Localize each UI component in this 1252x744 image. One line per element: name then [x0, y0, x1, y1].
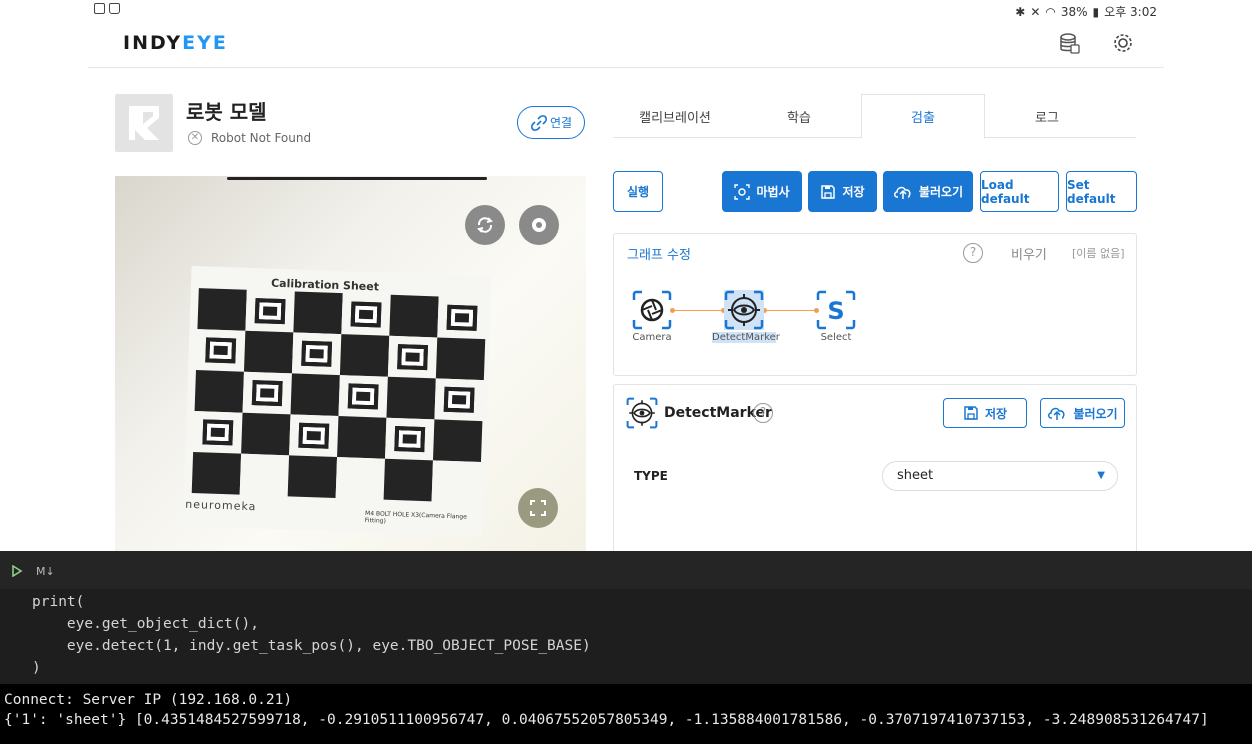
save-icon	[964, 406, 978, 420]
gear-icon	[532, 218, 546, 232]
graph-node-camera[interactable]: Camera	[620, 290, 684, 343]
graph-node-select[interactable]: S Select	[804, 290, 868, 343]
checkerboard	[191, 288, 487, 504]
tab-calibration[interactable]: 캘리브레이션	[613, 94, 737, 138]
battery-icon: ▮	[1092, 4, 1100, 19]
cloud-upload-icon	[893, 186, 911, 199]
save-icon	[821, 184, 836, 199]
wizard-button[interactable]: 마법사	[722, 171, 802, 212]
notebook-cell: M↓ print( eye.get_object_dict(), eye.det…	[0, 551, 1252, 744]
code-line: print(	[32, 594, 85, 610]
tab-training[interactable]: 학습	[737, 94, 861, 138]
code-line: eye.get_object_dict(),	[32, 616, 259, 632]
detectmarker-panel: DetectMarker ? 저장 불러오기 TYPE sheet ▼	[613, 384, 1137, 564]
wizard-icon	[734, 183, 751, 200]
robot-status-text: Robot Not Found	[211, 131, 312, 145]
help-icon[interactable]: ?	[963, 243, 983, 263]
gallery-icon	[94, 3, 105, 14]
wifi-icon: ◠	[1045, 4, 1056, 19]
robot-thumbnail	[115, 94, 173, 152]
settings-gear-icon[interactable]	[1112, 32, 1134, 54]
markdown-tag[interactable]: M↓	[36, 565, 55, 578]
output-line: {'1': 'sheet'} [0.4351484527599718, -0.2…	[4, 712, 1209, 728]
type-select[interactable]: sheet ▼	[882, 461, 1118, 491]
status-bar: ✱ ✕ ◠ 38% ▮ 오후 3:02	[0, 0, 1252, 22]
main-tabs: 캘리브레이션 학습 검출 로그	[613, 94, 1136, 139]
tab-log[interactable]: 로그	[985, 94, 1109, 138]
connect-button[interactable]: 연결	[517, 106, 585, 139]
type-label: TYPE	[634, 469, 668, 483]
node-save-button[interactable]: 저장	[943, 398, 1027, 428]
load-default-button[interactable]: Load default	[980, 171, 1059, 212]
graph-panel: 그래프 수정 ? 비우기 [이름 없음] Camera DetectMarker…	[613, 233, 1137, 376]
dropdown-arrow-icon: ▼	[1097, 470, 1105, 481]
run-button[interactable]: 실행	[613, 171, 663, 212]
cell-output: Connect: Server IP (192.168.0.21) {'1': …	[0, 684, 1252, 744]
screen: ✱ ✕ ◠ 38% ▮ 오후 3:02 INDYEYE 로봇 모델 ✕ Robo…	[0, 0, 1252, 744]
cloud-upload-icon	[1048, 407, 1065, 420]
refresh-icon	[477, 217, 493, 233]
code-line: eye.detect(1, indy.get_task_pos(), eye.T…	[32, 638, 591, 654]
switch-camera-button[interactable]	[465, 205, 505, 245]
bluetooth-icon: ✱	[1015, 4, 1026, 19]
camera-settings-button[interactable]	[519, 205, 559, 245]
graph-title: 그래프 수정	[627, 248, 691, 263]
robot-status: ✕ Robot Not Found	[188, 131, 311, 145]
shopping-bag-icon	[109, 3, 120, 14]
select-s-icon: S	[816, 290, 856, 330]
run-cell-icon[interactable]	[11, 565, 23, 577]
load-button[interactable]: 불러오기	[883, 171, 973, 212]
clear-graph-button[interactable]: 비우기	[1011, 244, 1047, 263]
eye-target-icon	[724, 290, 764, 330]
code-line: )	[32, 660, 41, 676]
calibration-sheet: Calibration Sheet neuromeka M4 BOLT HOLE…	[182, 265, 492, 537]
fullscreen-icon	[530, 500, 546, 516]
output-line: Connect: Server IP (192.168.0.21)	[4, 692, 293, 708]
camera-edge-line	[227, 177, 487, 180]
battery-level: 38%	[1060, 4, 1088, 19]
tab-detection[interactable]: 검출	[861, 94, 985, 139]
save-button[interactable]: 저장	[808, 171, 877, 212]
robot-model-title: 로봇 모델	[186, 100, 267, 124]
app-header: INDYEYE	[88, 22, 1164, 68]
not-found-icon: ✕	[188, 131, 202, 145]
database-icon[interactable]	[1058, 32, 1080, 54]
fullscreen-button[interactable]	[518, 488, 558, 528]
cell-toolbar: M↓	[0, 551, 1252, 589]
clock: 오후 3:02	[1104, 5, 1157, 19]
camera-aperture-icon	[632, 290, 672, 330]
eye-target-icon	[626, 397, 658, 429]
code-editor[interactable]: print( eye.get_object_dict(), eye.detect…	[0, 589, 1252, 684]
sheet-footer: M4 BOLT HOLE X3(Camera Flange Fitting)	[364, 510, 467, 525]
set-default-button[interactable]: Set default	[1066, 171, 1137, 212]
graph-name: [이름 없음]	[1072, 247, 1125, 260]
sheet-brand: neuromeka	[185, 497, 257, 514]
camera-view: Calibration Sheet neuromeka M4 BOLT HOLE…	[115, 176, 586, 551]
link-icon	[530, 114, 547, 131]
node-load-button[interactable]: 불러오기	[1040, 398, 1125, 428]
graph-node-detectmarker[interactable]: DetectMarker	[712, 290, 780, 343]
mute-icon: ✕	[1030, 4, 1041, 19]
svg-text:S: S	[827, 297, 844, 325]
help-icon[interactable]: ?	[753, 403, 773, 423]
app-logo: INDYEYE	[123, 32, 228, 54]
